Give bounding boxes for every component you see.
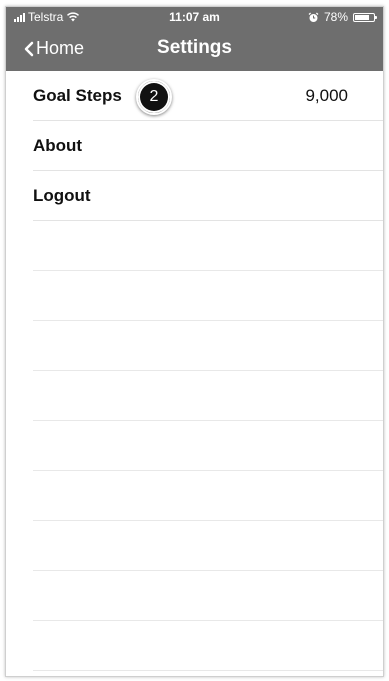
empty-row <box>33 421 383 471</box>
empty-row <box>33 221 383 271</box>
status-right: 78% <box>308 10 377 24</box>
step-badge: 2 <box>136 79 172 115</box>
empty-row <box>33 621 383 671</box>
empty-row <box>33 471 383 521</box>
empty-row <box>33 321 383 371</box>
empty-row <box>33 371 383 421</box>
battery-icon <box>353 12 377 22</box>
empty-row <box>33 571 383 621</box>
phone-screen: Telstra 11:07 am 78% Home Settings Goal … <box>5 6 384 677</box>
goal-steps-value: 9,000 <box>305 86 348 105</box>
settings-item-logout[interactable]: Logout <box>33 171 383 221</box>
settings-item-about[interactable]: About <box>33 121 383 171</box>
settings-item-label: About <box>33 136 83 155</box>
page-title: Settings <box>157 37 232 58</box>
settings-list: Goal Steps 2 9,000 About Logout <box>6 71 383 671</box>
settings-item-label: Logout <box>33 186 91 205</box>
battery-percent: 78% <box>323 10 348 24</box>
settings-item-label: Goal Steps <box>33 86 122 105</box>
empty-row <box>33 521 383 571</box>
top-bar: Telstra 11:07 am 78% Home Settings <box>6 7 383 71</box>
alarm-icon <box>308 12 319 22</box>
settings-item-goal-steps[interactable]: Goal Steps 2 9,000 <box>33 71 383 121</box>
status-bar: Telstra 11:07 am 78% <box>6 7 383 27</box>
navigation-bar: Home Settings <box>6 27 383 71</box>
empty-row <box>33 271 383 321</box>
